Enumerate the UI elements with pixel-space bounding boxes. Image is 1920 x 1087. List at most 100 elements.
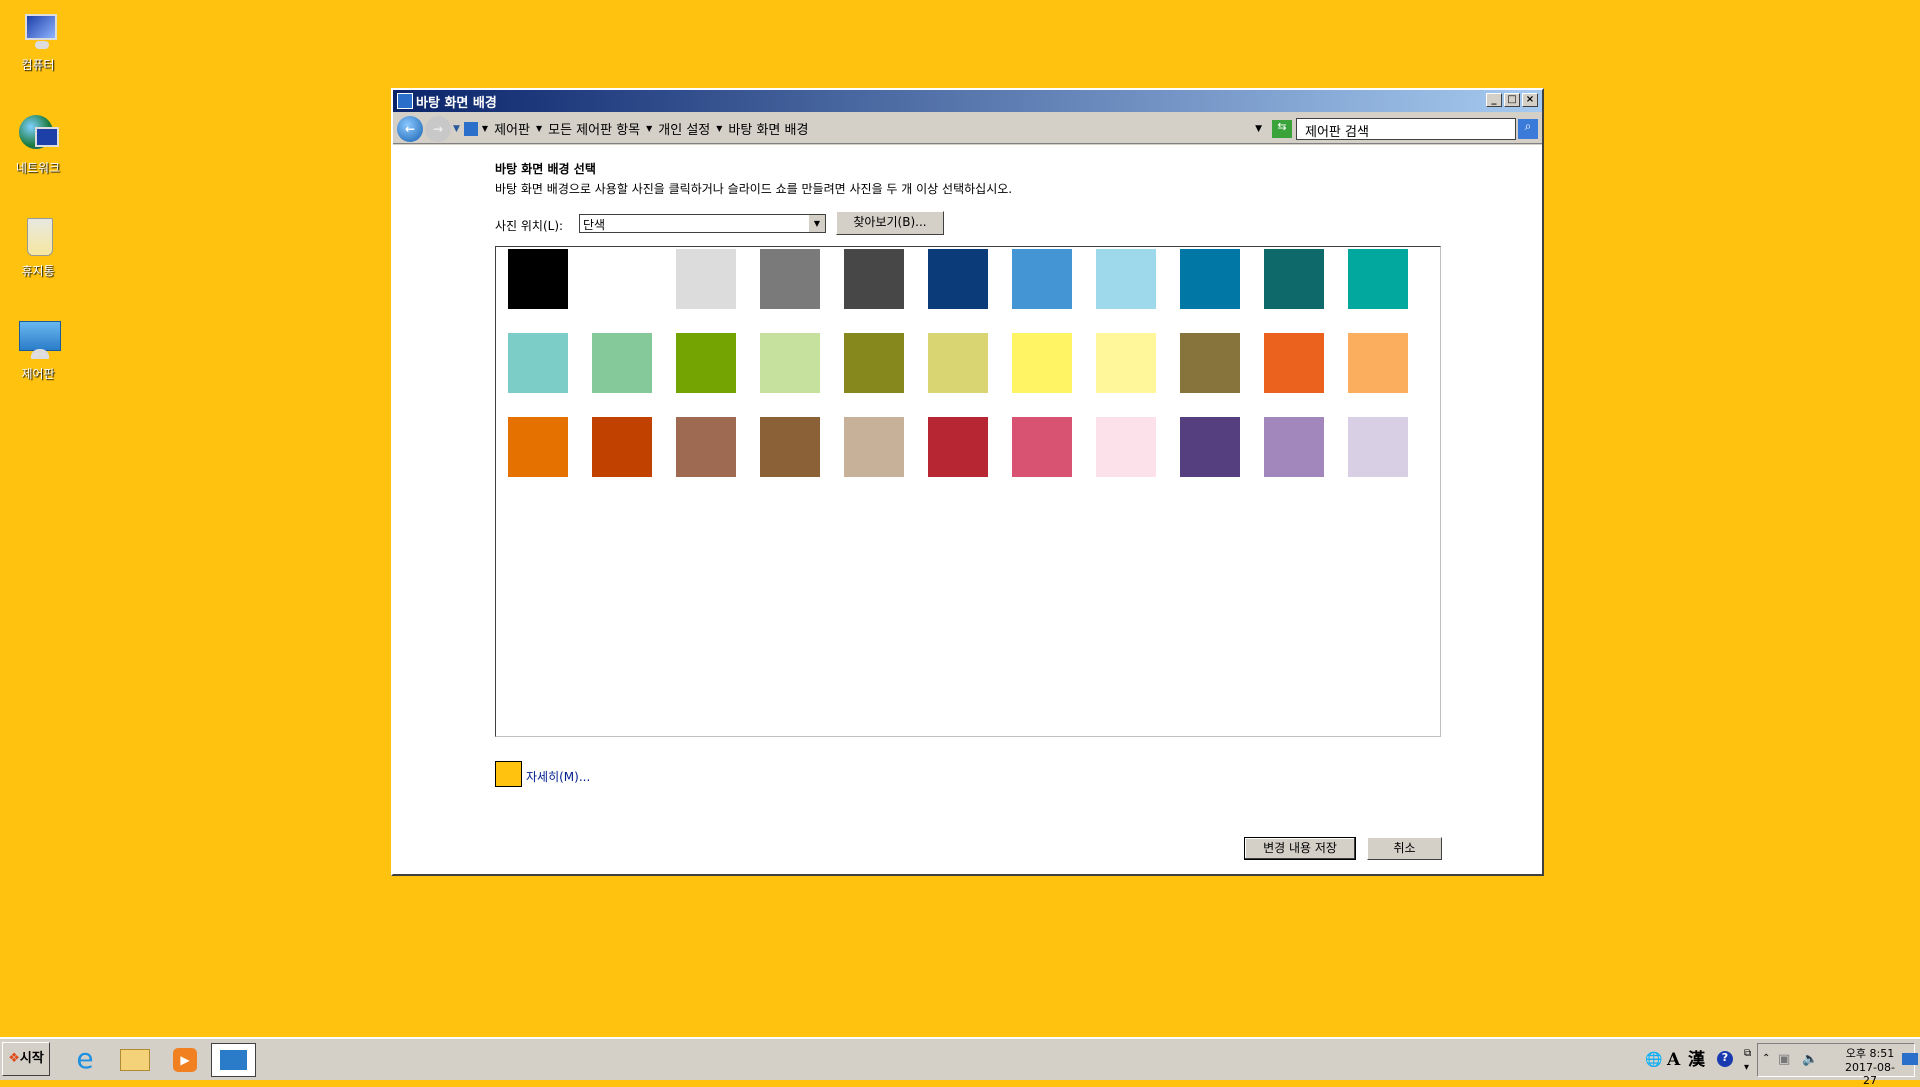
color-swatch[interactable] bbox=[508, 249, 568, 309]
desktop-icon-computer[interactable]: 컴퓨터 bbox=[0, 4, 76, 73]
chevron-down-icon: ▼ bbox=[809, 215, 825, 232]
media-player-icon[interactable]: ▶ bbox=[168, 1043, 202, 1077]
color-swatch[interactable] bbox=[1012, 249, 1072, 309]
color-swatch[interactable] bbox=[928, 333, 988, 393]
color-swatch-grid bbox=[495, 246, 1441, 737]
browse-button[interactable]: 찾아보기(B)... bbox=[836, 211, 944, 235]
help-icon[interactable]: ? bbox=[1717, 1051, 1733, 1067]
cancel-button[interactable]: 취소 bbox=[1367, 837, 1442, 860]
refresh-button[interactable]: ⇆ bbox=[1272, 119, 1292, 138]
window-title: 바탕 화면 배경 bbox=[416, 95, 497, 111]
breadcrumb-item[interactable]: 제어판 bbox=[494, 119, 530, 138]
save-changes-button[interactable]: 변경 내용 저장 bbox=[1244, 837, 1356, 860]
more-colors-link[interactable]: 자세히(M)... bbox=[526, 768, 590, 785]
page-heading: 바탕 화면 배경 선택 bbox=[495, 162, 596, 176]
desktop-icon-recycle-bin[interactable]: 휴지통 bbox=[0, 210, 76, 279]
color-swatch[interactable] bbox=[1096, 333, 1156, 393]
color-swatch[interactable] bbox=[1264, 249, 1324, 309]
color-swatch[interactable] bbox=[1180, 333, 1240, 393]
language-bar-icon[interactable]: 🌐 bbox=[1645, 1043, 1663, 1077]
recycle-bin-icon bbox=[15, 216, 61, 258]
restore-language-bar-icon[interactable]: ⧉ ▾ bbox=[1744, 1043, 1751, 1077]
color-swatch[interactable] bbox=[592, 333, 652, 393]
window-icon bbox=[397, 93, 413, 109]
control-panel-icon bbox=[463, 121, 478, 136]
breadcrumb: ▼ 제어판 ▼ 모든 제어판 항목 ▼ 개인 설정 ▼ 바탕 화면 배경 bbox=[482, 119, 1255, 138]
control-panel-icon bbox=[15, 319, 61, 361]
color-swatch[interactable] bbox=[760, 417, 820, 477]
network-icon bbox=[15, 113, 61, 155]
color-swatch[interactable] bbox=[1264, 417, 1324, 477]
color-swatch[interactable] bbox=[844, 417, 904, 477]
picture-location-label: 사진 위치(L): bbox=[495, 219, 564, 233]
desktop-icon-network[interactable]: 네트워크 bbox=[0, 107, 76, 176]
picture-location-value: 단색 bbox=[583, 218, 606, 232]
color-swatch[interactable] bbox=[928, 417, 988, 477]
desktop-icon-label: 네트워크 bbox=[15, 161, 61, 175]
taskbar: ❖시작 e ▶ 🌐 A 漢 ? ⧉ ▾ ⌃ ▣ 🔈 오후 8:51 2017-08-… bbox=[0, 1037, 1920, 1087]
page-description: 바탕 화면 배경으로 사용할 사진을 클릭하거나 슬라이드 쇼를 만들려면 사진… bbox=[495, 182, 1013, 196]
current-color-swatch[interactable] bbox=[495, 761, 522, 787]
hanja-button[interactable]: 漢 bbox=[1688, 1043, 1705, 1077]
computer-icon bbox=[15, 10, 61, 52]
internet-explorer-icon[interactable]: e bbox=[68, 1043, 102, 1077]
picture-location-select[interactable]: 단색 ▼ bbox=[579, 214, 826, 233]
color-swatch[interactable] bbox=[844, 249, 904, 309]
color-swatch[interactable] bbox=[1180, 249, 1240, 309]
notification-area: ⌃ ▣ 🔈 오후 8:51 2017-08-27 bbox=[1757, 1043, 1915, 1087]
color-swatch[interactable] bbox=[1264, 333, 1324, 393]
start-label: 시작 bbox=[19, 1051, 44, 1066]
desktop-icon-label: 휴지통 bbox=[21, 264, 55, 278]
ime-mode-button[interactable]: A bbox=[1667, 1043, 1680, 1077]
color-swatch[interactable] bbox=[676, 417, 736, 477]
maximize-button[interactable]: □ bbox=[1504, 93, 1520, 107]
back-button[interactable]: ← bbox=[397, 115, 423, 142]
color-swatch[interactable] bbox=[1180, 417, 1240, 477]
desktop-background-window: 바탕 화면 배경 _ □ × ← → ▼ ▼ 제어판 ▼ 모든 제어판 항목 ▼ 개인… bbox=[391, 88, 1544, 876]
color-swatch[interactable] bbox=[1012, 417, 1072, 477]
show-hidden-icons-button[interactable]: ⌃ bbox=[1762, 1053, 1770, 1064]
minimize-button[interactable]: _ bbox=[1486, 93, 1502, 107]
start-button[interactable]: ❖시작 bbox=[2, 1042, 50, 1076]
forward-button[interactable]: → bbox=[425, 115, 451, 142]
recent-pages-dropdown[interactable]: ▼ bbox=[453, 124, 460, 134]
color-swatch[interactable] bbox=[928, 249, 988, 309]
breadcrumb-item[interactable]: 바탕 화면 배경 bbox=[728, 119, 808, 138]
search-icon[interactable]: ⌕ bbox=[1518, 118, 1538, 139]
color-swatch[interactable] bbox=[676, 333, 736, 393]
clock-date: 2017-08-27 bbox=[1845, 1061, 1895, 1087]
address-dropdown[interactable]: ▼ bbox=[1255, 124, 1262, 134]
color-swatch[interactable] bbox=[760, 249, 820, 309]
volume-icon[interactable]: 🔈 bbox=[1802, 1052, 1818, 1067]
desktop-icon-control-panel[interactable]: 제어판 bbox=[0, 313, 76, 382]
color-swatch[interactable] bbox=[1012, 333, 1072, 393]
color-swatch[interactable] bbox=[1348, 249, 1408, 309]
color-swatch[interactable] bbox=[508, 333, 568, 393]
color-swatch[interactable] bbox=[1348, 417, 1408, 477]
breadcrumb-item[interactable]: 모든 제어판 항목 bbox=[548, 119, 640, 138]
clock-time: 오후 8:51 bbox=[1845, 1047, 1895, 1060]
clock[interactable]: 오후 8:51 2017-08-27 bbox=[1840, 1045, 1900, 1087]
search-input[interactable]: 제어판 검색 bbox=[1296, 117, 1516, 140]
color-swatch[interactable] bbox=[1096, 417, 1156, 477]
network-status-icon[interactable]: ▣ bbox=[1778, 1052, 1790, 1067]
color-swatch[interactable] bbox=[592, 249, 652, 309]
show-desktop-button[interactable] bbox=[1902, 1053, 1918, 1065]
title-bar[interactable]: 바탕 화면 배경 _ □ × bbox=[393, 90, 1542, 112]
control-panel-taskbar-button[interactable] bbox=[211, 1043, 256, 1077]
color-swatch[interactable] bbox=[676, 249, 736, 309]
explorer-icon[interactable] bbox=[118, 1043, 152, 1077]
close-button[interactable]: × bbox=[1522, 93, 1538, 107]
address-bar: ← → ▼ ▼ 제어판 ▼ 모든 제어판 항목 ▼ 개인 설정 ▼ 바탕 화면 배경 ▼… bbox=[393, 114, 1542, 144]
color-swatch[interactable] bbox=[592, 417, 652, 477]
breadcrumb-item[interactable]: 개인 설정 bbox=[658, 119, 710, 138]
color-swatch[interactable] bbox=[1096, 249, 1156, 309]
content-area: 바탕 화면 배경 선택 바탕 화면 배경으로 사용할 사진을 클릭하거나 슬라이… bbox=[393, 145, 1542, 874]
color-swatch[interactable] bbox=[1348, 333, 1408, 393]
color-swatch[interactable] bbox=[760, 333, 820, 393]
color-swatch[interactable] bbox=[844, 333, 904, 393]
desktop-icon-label: 컴퓨터 bbox=[21, 58, 55, 72]
control-panel-icon bbox=[220, 1050, 247, 1070]
windows-logo-icon: ❖ bbox=[8, 1051, 20, 1066]
color-swatch[interactable] bbox=[508, 417, 568, 477]
